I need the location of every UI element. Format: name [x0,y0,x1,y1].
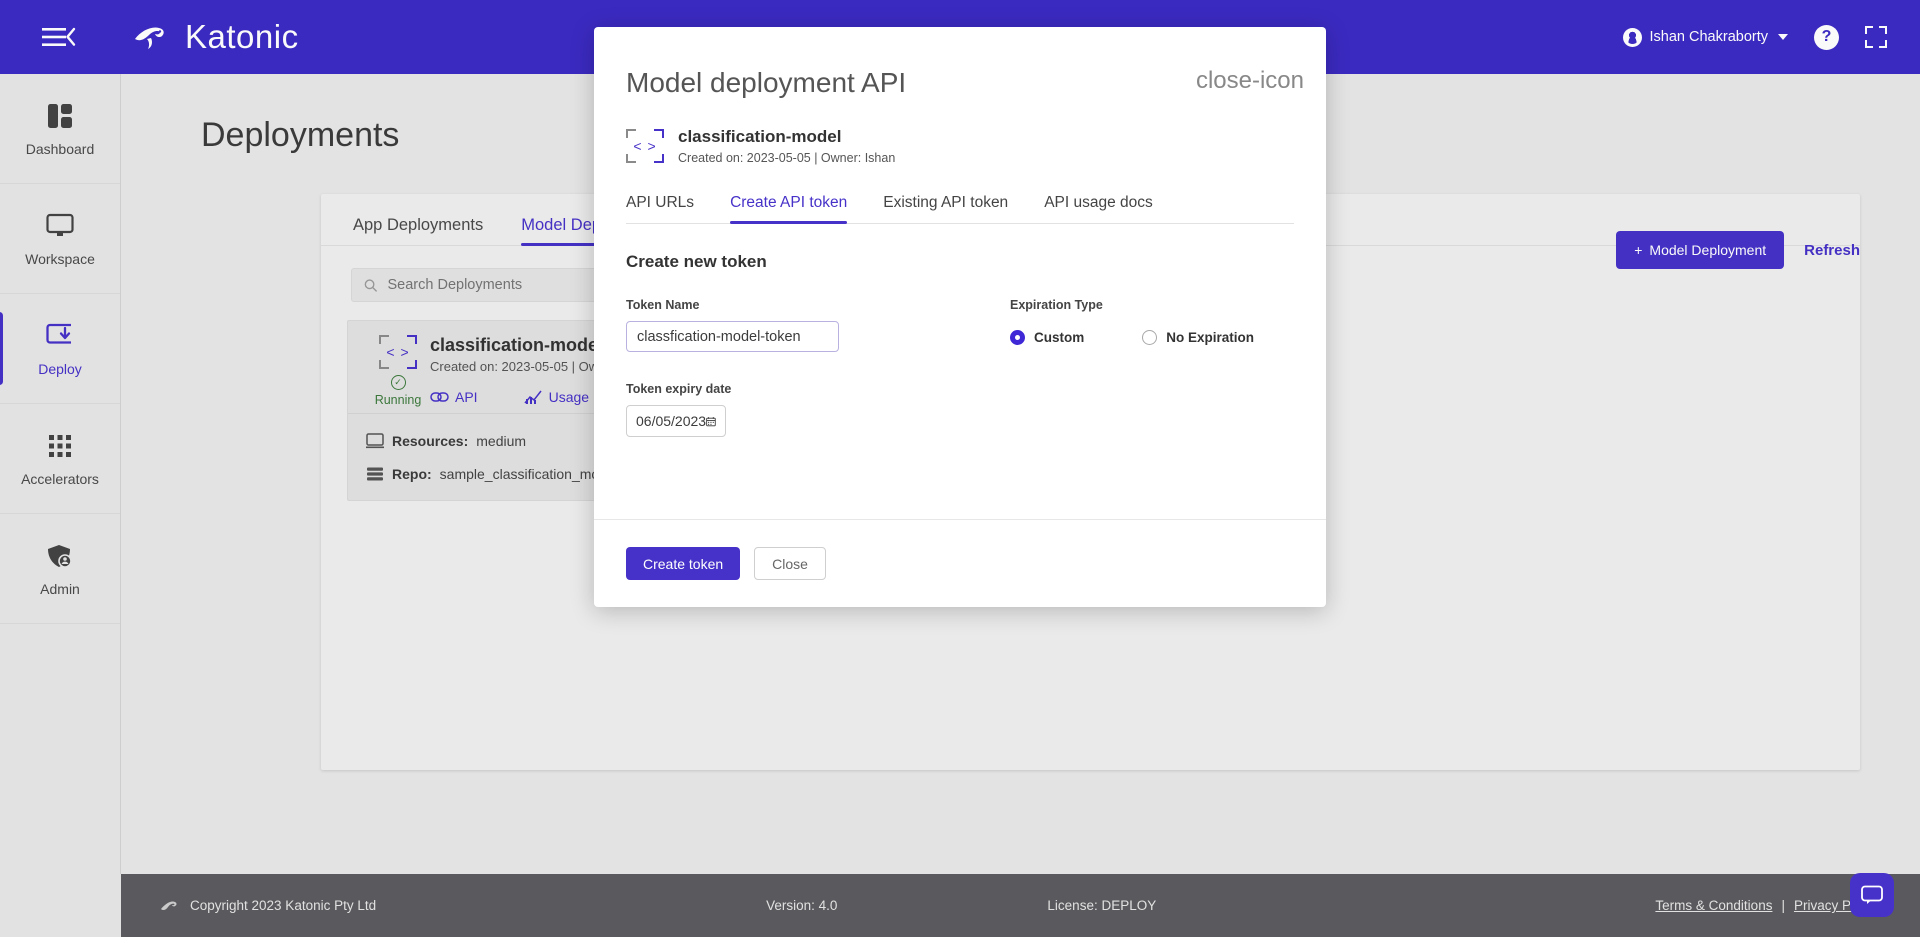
modal-model-info: classification-model Created on: 2023-05… [678,127,895,165]
app-root: Katonic Ishan Chakraborty ? Dashboard Wo… [0,0,1920,937]
expiration-type-label: Expiration Type [1010,298,1103,312]
radio-custom[interactable]: Custom [1010,330,1084,345]
modal-footer: Create token Close [594,519,1326,607]
section-title: Create new token [626,252,767,271]
modal-model-header: < > classification-model Created on: 202… [594,99,1326,165]
token-form: Token Name Expiration Type Custom No Exp… [626,298,1294,352]
radio-no-expiration-indicator [1142,330,1158,345]
expiration-type-group: Expiration Type Custom No Expiration [1010,298,1254,352]
close-icon[interactable]: close-icon [1196,69,1304,93]
code-brackets-icon: < > [626,129,664,163]
tab-api-urls[interactable]: API URLs [626,194,694,223]
modal-model-name: classification-model [678,127,842,146]
tab-existing-api-token[interactable]: Existing API token [883,194,1008,223]
token-name-input[interactable] [626,321,839,352]
chat-widget-button[interactable] [1850,873,1894,917]
calendar-icon[interactable] [706,414,716,429]
modal-model-subtitle: Created on: 2023-05-05 | Owner: Ishan [678,151,896,165]
token-expiry-group: Token expiry date 06/05/2023 [626,382,1294,437]
radio-no-expiration[interactable]: No Expiration [1142,330,1254,345]
token-name-group: Token Name [626,298,926,352]
token-expiry-date-picker[interactable]: 06/05/2023 [626,405,726,437]
radio-custom-label: Custom [1034,330,1085,345]
tab-create-api-token[interactable]: Create API token [730,194,848,224]
expiration-radio-group: Custom No Expiration [1010,330,1254,345]
radio-custom-indicator [1010,330,1025,345]
modal-body: Create new token Token Name Expiration T… [594,224,1326,519]
model-deployment-api-modal: close-icon Model deployment API < > clas… [594,27,1326,607]
tab-api-usage-docs[interactable]: API usage docs [1044,194,1153,223]
radio-no-expiration-label: No Expiration [1166,330,1255,345]
token-expiry-label: Token expiry date [626,382,732,396]
token-name-label: Token Name [626,298,700,312]
create-token-button[interactable]: Create token [626,547,741,580]
modal-tabs: API URLs Create API token Existing API t… [626,194,1294,224]
close-button[interactable]: Close [754,547,826,580]
token-expiry-date-value: 06/05/2023 [636,413,707,429]
chat-icon [1861,885,1883,904]
